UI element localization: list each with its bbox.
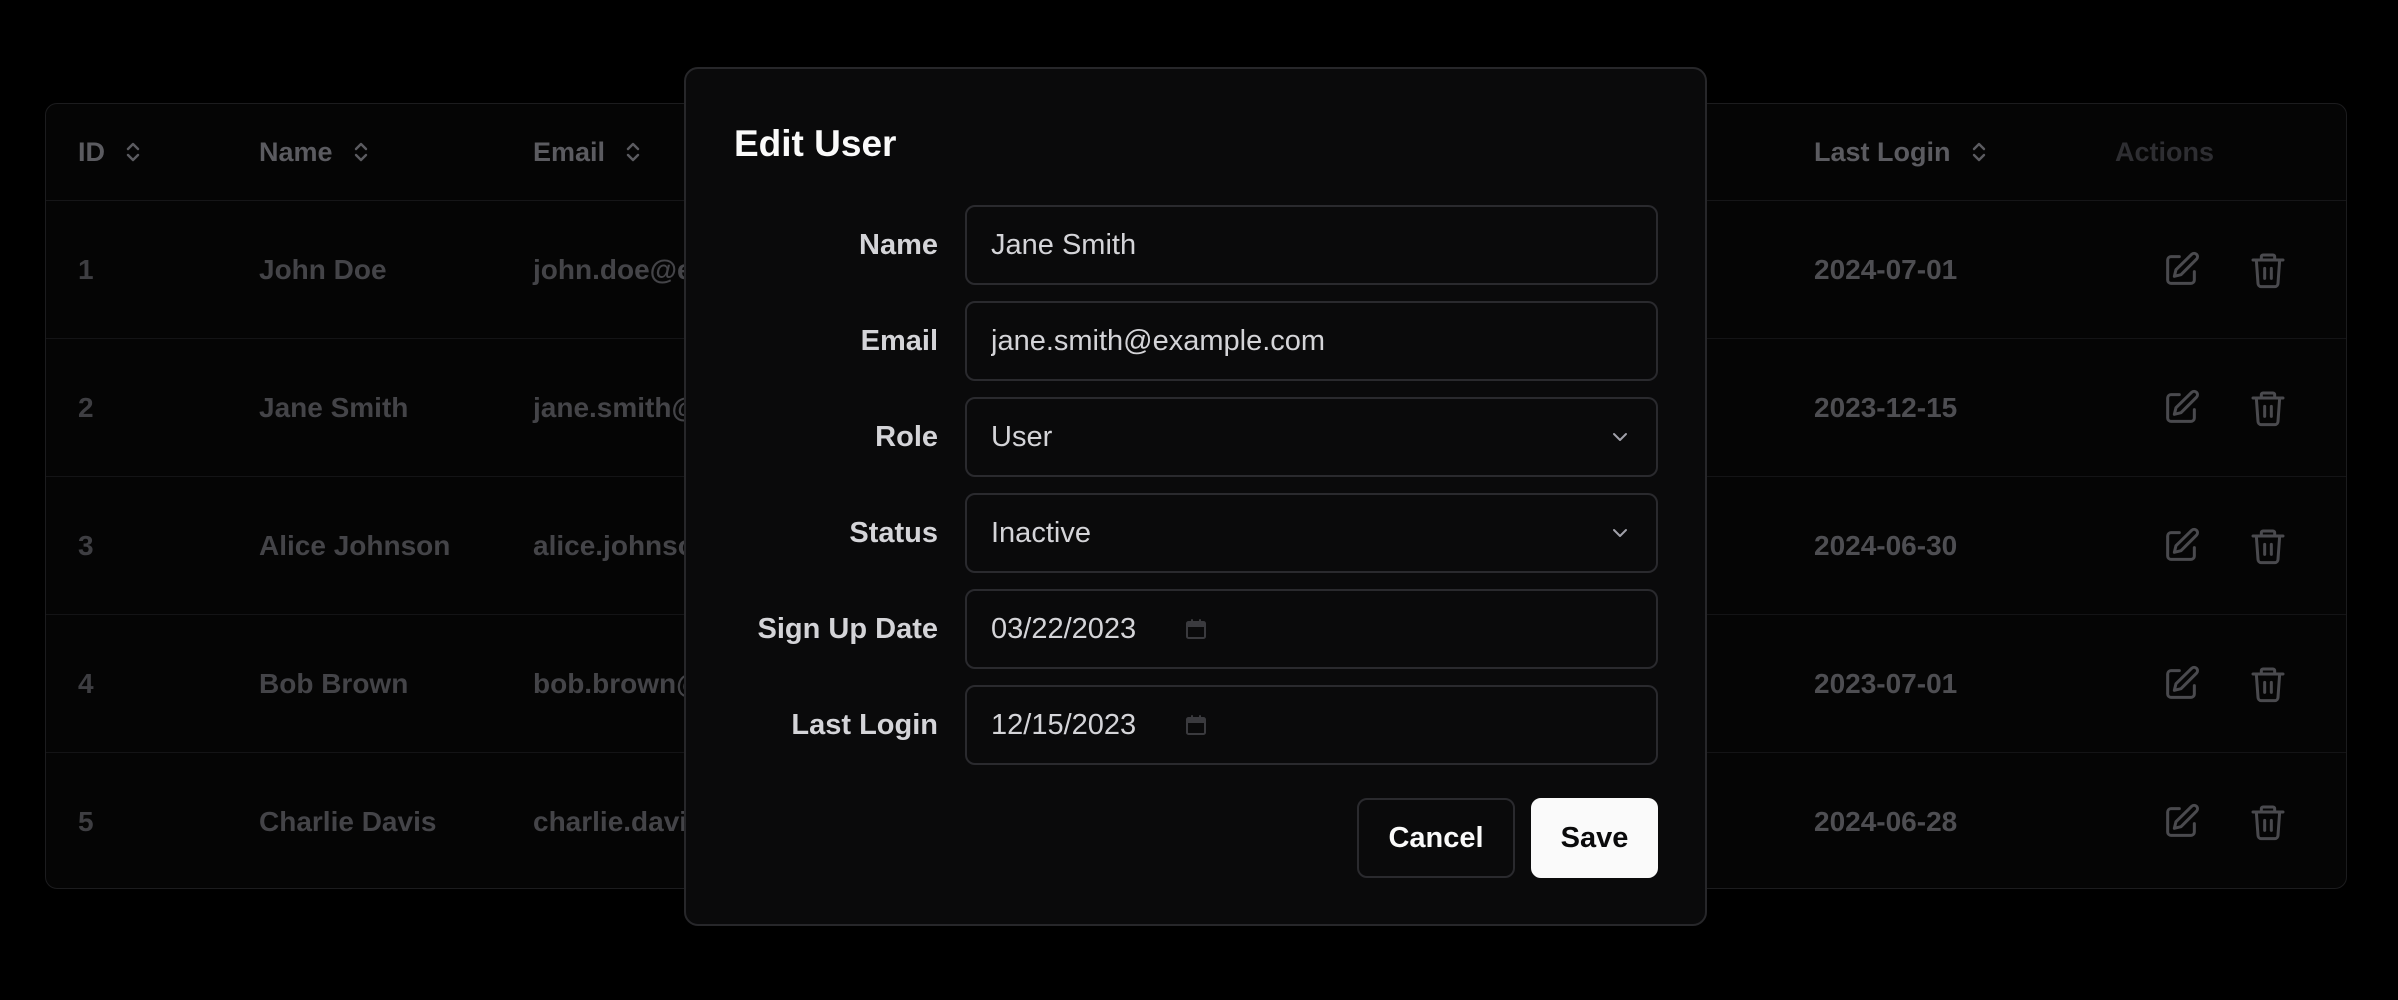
- name-field[interactable]: [965, 205, 1658, 285]
- name-label: Name: [859, 229, 938, 261]
- dialog-title: Edit User: [734, 123, 897, 164]
- role-value: User: [991, 420, 1053, 453]
- sign-up-date-label: Sign Up Date: [757, 613, 938, 645]
- sign-up-date-field[interactable]: 03/22/2023: [965, 589, 1658, 669]
- calendar-icon[interactable]: [1184, 617, 1208, 641]
- calendar-icon[interactable]: [1184, 713, 1208, 737]
- save-button[interactable]: Save: [1531, 798, 1658, 878]
- chevron-down-icon: [1608, 425, 1632, 449]
- email-label: Email: [860, 325, 938, 357]
- last-login-field[interactable]: 12/15/2023: [965, 685, 1658, 765]
- chevron-down-icon: [1608, 521, 1632, 545]
- last-login-value: 12/15/2023: [991, 708, 1137, 741]
- role-label: Role: [875, 421, 938, 453]
- email-field[interactable]: [965, 301, 1658, 381]
- status-label: Status: [849, 517, 938, 549]
- status-value: Inactive: [991, 516, 1091, 549]
- status-select[interactable]: Inactive: [965, 493, 1658, 573]
- edit-user-dialog: Edit User Name Email Role User Status In…: [684, 67, 1707, 926]
- sign-up-date-value: 03/22/2023: [991, 612, 1137, 645]
- cancel-button[interactable]: Cancel: [1357, 798, 1515, 878]
- last-login-label: Last Login: [791, 709, 938, 741]
- role-select[interactable]: User: [965, 397, 1658, 477]
